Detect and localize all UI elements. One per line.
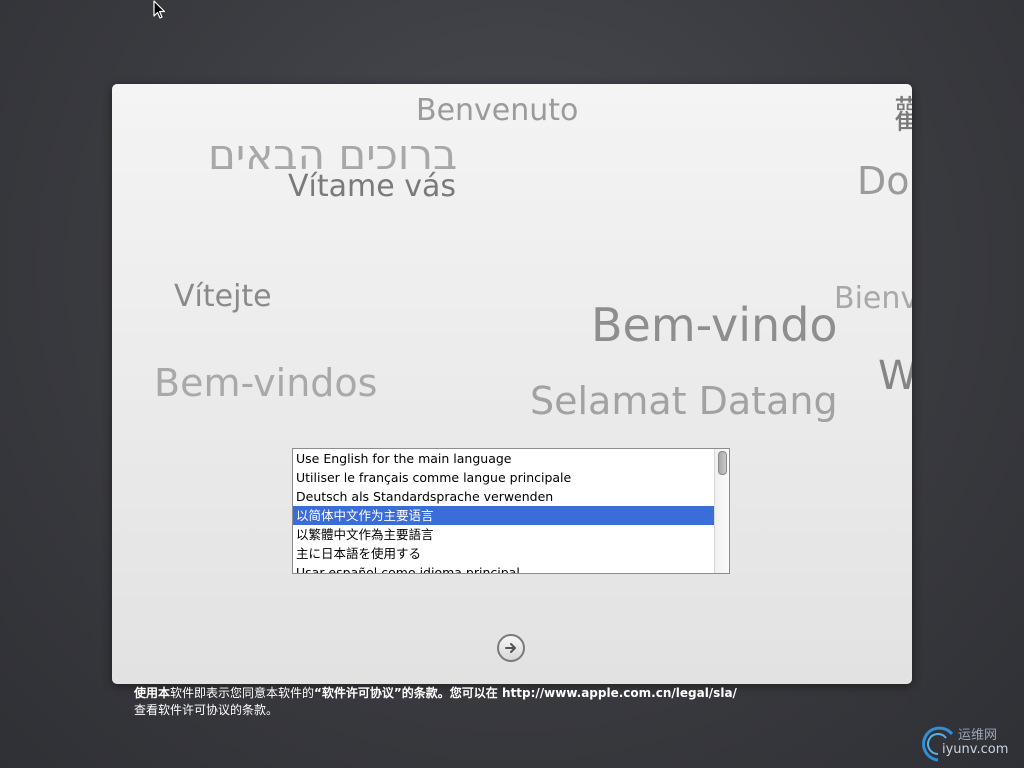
welcome-word-chinese: 歡 bbox=[894, 96, 912, 134]
arrow-right-icon bbox=[505, 643, 516, 653]
welcome-word-portuguese-plural: Bem-vindos bbox=[154, 361, 378, 405]
welcome-word-partial-w: W bbox=[878, 353, 912, 399]
license-quoted-url: “软件许可协议”的条款。您可以在 http://www.apple.com.cn… bbox=[314, 686, 737, 700]
language-list[interactable]: Use English for the main language Utilis… bbox=[292, 448, 730, 574]
license-bold-prefix: 使用本 bbox=[134, 686, 171, 700]
watermark-line-2: iyunv.com bbox=[942, 742, 1009, 757]
welcome-word-slovak: Vítame vás bbox=[288, 169, 456, 204]
license-notice: 使用本软件即表示您同意本软件的“软件许可协议”的条款。您可以在 http://w… bbox=[134, 685, 834, 719]
language-item-english[interactable]: Use English for the main language bbox=[293, 449, 715, 468]
language-item-spanish[interactable]: Usar español como idioma principal bbox=[293, 563, 715, 573]
license-line-2: 查看软件许可协议的条款。 bbox=[134, 703, 279, 717]
language-item-traditional-chinese[interactable]: 以繁體中文作為主要語言 bbox=[293, 525, 715, 544]
welcome-word-portuguese: Bem-vindo bbox=[591, 298, 838, 352]
scrollbar-thumb[interactable] bbox=[718, 451, 727, 475]
watermark-line-1: 运维网 bbox=[958, 728, 998, 743]
language-list-scrollbar[interactable] bbox=[714, 449, 729, 573]
license-line-1: 使用本软件即表示您同意本软件的“软件许可协议”的条款。您可以在 http://w… bbox=[134, 685, 834, 702]
language-item-japanese[interactable]: 主に日本語を使用する bbox=[293, 544, 715, 563]
welcome-word-czech: Vítejte bbox=[174, 279, 272, 314]
installer-panel: Benvenuto ברוכים הבאים Vítame vás 歡 Do V… bbox=[112, 84, 912, 684]
language-item-german[interactable]: Deutsch als Standardsprache verwenden bbox=[293, 487, 715, 506]
welcome-word-malay: Selamat Datang bbox=[530, 379, 838, 423]
license-text: 软件即表示您同意本软件的 bbox=[170, 686, 315, 700]
mouse-cursor-icon bbox=[153, 0, 166, 19]
language-item-simplified-chinese[interactable]: 以简体中文作为主要语言 bbox=[293, 506, 715, 525]
continue-button[interactable] bbox=[497, 634, 525, 662]
language-item-french[interactable]: Utiliser le français comme langue princi… bbox=[293, 468, 715, 487]
welcome-word-partial-do: Do bbox=[857, 159, 910, 203]
watermark-logo: 运维网 iyunv.com bbox=[918, 720, 1022, 764]
welcome-word-italian: Benvenuto bbox=[416, 93, 579, 128]
welcome-word-partial-bienv: Bienv bbox=[834, 281, 912, 316]
